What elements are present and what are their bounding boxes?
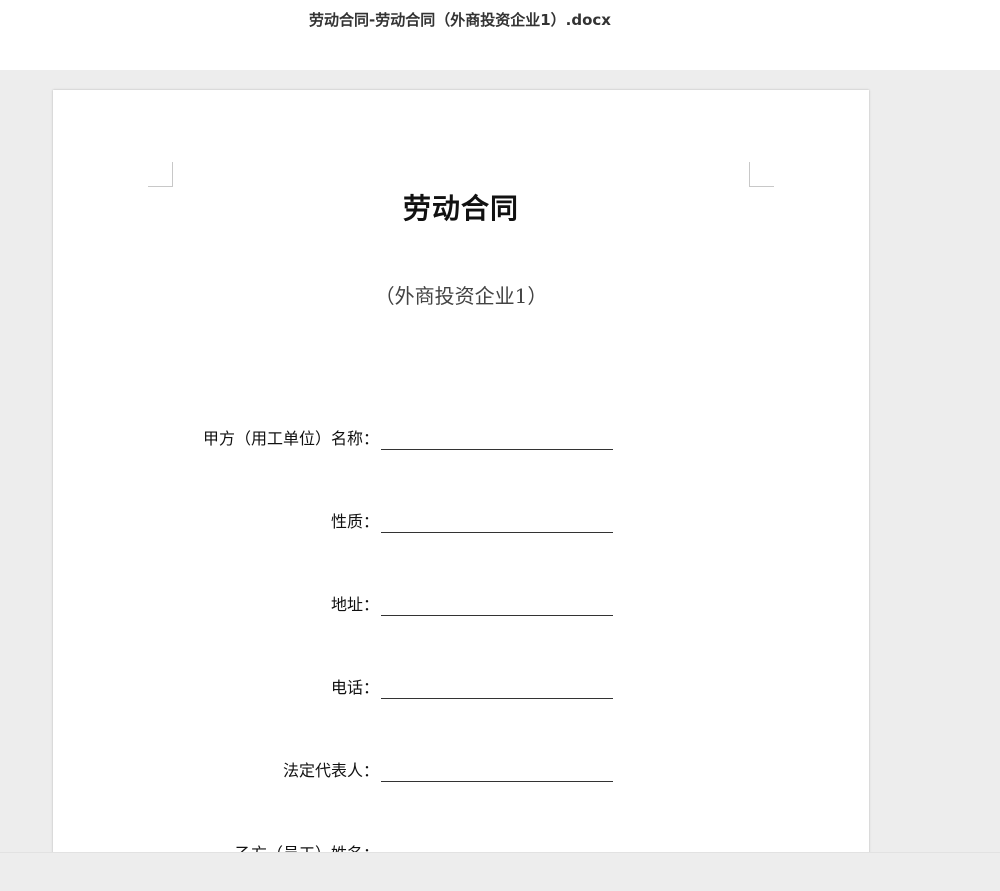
document-page: 劳动合同 （外商投资企业1） 甲方（用工单位）名称： 性质： 地址： 电话： 法… [53, 90, 869, 852]
field-label: 法定代表人： [282, 761, 379, 780]
field-row-address: 地址： [53, 591, 869, 617]
document-filename: 劳动合同-劳动合同（外商投资企业1）.docx [309, 11, 611, 29]
field-row-phone: 电话： [53, 674, 869, 700]
margin-corner-top-right [749, 162, 774, 187]
document-title: 劳动合同 [402, 192, 519, 225]
blank-line [381, 781, 613, 782]
field-label: 电话： [330, 678, 379, 697]
field-label: 甲方（用工单位）名称： [202, 429, 379, 448]
document-subtitle: （外商投资企业1） [374, 284, 548, 308]
field-row-nature: 性质： [53, 508, 869, 534]
field-row-legal-representative: 法定代表人： [53, 757, 869, 783]
blank-line [381, 615, 613, 616]
document-viewer[interactable]: 劳动合同 （外商投资企业1） 甲方（用工单位）名称： 性质： 地址： 电话： 法… [0, 70, 1000, 852]
title-bar: 劳动合同-劳动合同（外商投资企业1）.docx [0, 0, 1000, 70]
blank-line [381, 698, 613, 699]
field-label: 乙方（员工）姓名： [235, 840, 379, 852]
bottom-bar [0, 852, 1000, 891]
margin-corner-top-left [148, 162, 173, 187]
field-label: 地址： [330, 595, 379, 614]
field-label: 性质： [330, 512, 379, 531]
field-row-employee-name: 乙方（员工）姓名： [53, 840, 869, 852]
blank-line [381, 532, 613, 533]
blank-line [381, 449, 613, 450]
field-row-employer-name: 甲方（用工单位）名称： [53, 425, 869, 451]
